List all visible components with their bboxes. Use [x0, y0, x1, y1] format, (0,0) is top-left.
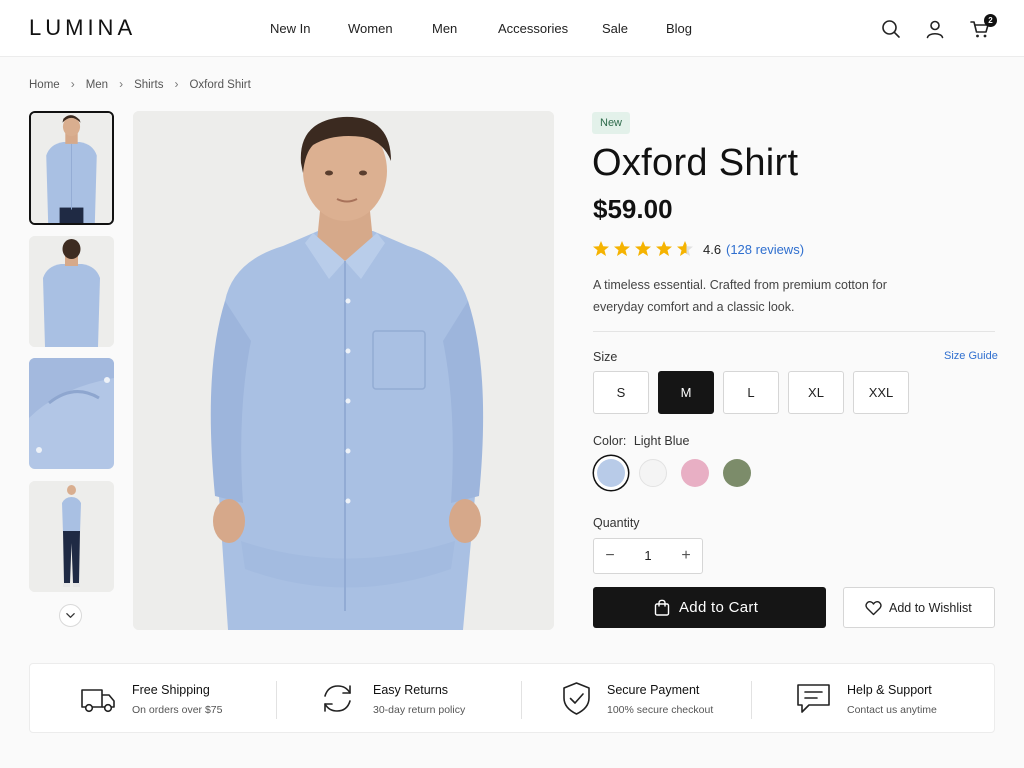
product-main-image[interactable]: [133, 111, 554, 630]
star-full-icon: [614, 241, 630, 256]
add-to-cart-button[interactable]: Add to Cart: [593, 587, 826, 628]
feature-title: Help & Support: [847, 683, 932, 697]
brand-logo[interactable]: LUMINA: [29, 15, 136, 41]
nav-women[interactable]: Women: [348, 21, 393, 36]
breadcrumb: Home › Men › Shirts › Oxford Shirt: [29, 77, 251, 91]
feature-help-support: Help & Support Contact us anytime: [752, 664, 995, 734]
quantity-decrease-button[interactable]: −: [594, 539, 626, 573]
quantity-value[interactable]: 1: [626, 539, 670, 573]
chat-icon: [797, 684, 830, 713]
color-swatch-pink[interactable]: [681, 459, 709, 487]
divider: [593, 331, 995, 332]
feature-subtitle: 30-day return policy: [373, 704, 466, 716]
feature-subtitle: Contact us anytime: [847, 704, 937, 716]
product-title: Oxford Shirt: [592, 142, 799, 184]
feature-title: Secure Payment: [607, 683, 700, 697]
selected-color-name: Light Blue: [633, 434, 690, 448]
color-swatch-white[interactable]: [639, 459, 667, 487]
quantity-label: Quantity: [593, 516, 640, 530]
color-label: Color: Light Blue: [593, 434, 689, 448]
feature-title: Easy Returns: [373, 683, 449, 697]
size-guide-link[interactable]: Size Guide: [944, 350, 998, 362]
feature-subtitle: On orders over $75: [132, 704, 223, 716]
breadcrumb-current: Oxford Shirt: [189, 79, 251, 91]
nav-new-in[interactable]: New In: [270, 21, 310, 36]
feature-easy-returns: Easy Returns 30-day return policy: [277, 664, 521, 734]
nav-blog[interactable]: Blog: [666, 21, 692, 36]
color-label-text: Color:: [593, 434, 627, 448]
chevron-right-icon: ›: [70, 77, 75, 91]
nav-sale[interactable]: Sale: [602, 21, 628, 36]
cart-count-badge: 2: [984, 14, 997, 27]
nav-men[interactable]: Men: [432, 21, 457, 36]
thumbnail-collar-detail[interactable]: [29, 358, 114, 469]
thumbnail-front[interactable]: [29, 111, 114, 225]
size-option-m[interactable]: M: [658, 371, 714, 414]
chevron-right-icon: ›: [119, 77, 124, 91]
chevron-right-icon: ›: [174, 77, 179, 91]
reviews-link[interactable]: (128 reviews): [726, 242, 804, 257]
size-option-s[interactable]: S: [593, 371, 649, 414]
star-half-icon: [677, 241, 693, 256]
chevron-down-icon: [66, 613, 75, 618]
add-to-cart-label: Add to Cart: [679, 599, 759, 616]
returns-icon: [324, 685, 351, 712]
add-to-wishlist-button[interactable]: Add to Wishlist: [843, 587, 995, 628]
feature-secure-payment: Secure Payment 100% secure checkout: [522, 664, 751, 734]
quantity-stepper: − 1 +: [593, 538, 703, 574]
feature-subtitle: 100% secure checkout: [607, 704, 714, 716]
rating-value: 4.6: [703, 242, 722, 257]
feature-free-shipping: Free Shipping On orders over $75: [30, 664, 276, 734]
quantity-increase-button[interactable]: +: [670, 539, 702, 573]
nav-accessories[interactable]: Accessories: [498, 21, 568, 36]
size-option-xxl[interactable]: XXL: [853, 371, 909, 414]
heart-icon: [865, 601, 882, 616]
feature-title: Free Shipping: [132, 683, 210, 697]
size-label: Size: [593, 350, 618, 364]
user-icon[interactable]: [924, 18, 946, 40]
star-full-icon: [635, 241, 651, 256]
thumbnail-full-body[interactable]: [29, 481, 114, 592]
breadcrumb-home[interactable]: Home: [29, 79, 60, 91]
star-full-icon: [656, 241, 672, 256]
product-price: $59.00: [593, 194, 673, 224]
new-badge: New: [592, 112, 631, 134]
breadcrumb-men[interactable]: Men: [86, 79, 108, 91]
add-to-wishlist-label: Add to Wishlist: [889, 601, 972, 615]
size-option-xl[interactable]: XL: [788, 371, 844, 414]
star-full-icon: [593, 241, 609, 256]
truck-icon: [81, 689, 115, 713]
color-swatch-light-blue[interactable]: [597, 459, 625, 487]
site-header: LUMINA New In Women Men Accessories Sale…: [0, 0, 1024, 57]
product-description: A timeless essential. Crafted from premi…: [593, 278, 887, 314]
features-bar: Free Shipping On orders over $75 Easy Re…: [29, 663, 995, 733]
breadcrumb-shirts[interactable]: Shirts: [134, 79, 163, 91]
size-option-l[interactable]: L: [723, 371, 779, 414]
thumbnail-back[interactable]: [29, 236, 114, 347]
shopping-bag-icon: [654, 599, 670, 616]
color-swatch-olive[interactable]: [723, 459, 751, 487]
search-icon[interactable]: [880, 18, 902, 40]
thumbnail-scroll-down-button[interactable]: [59, 604, 82, 627]
shield-check-icon: [563, 682, 590, 715]
